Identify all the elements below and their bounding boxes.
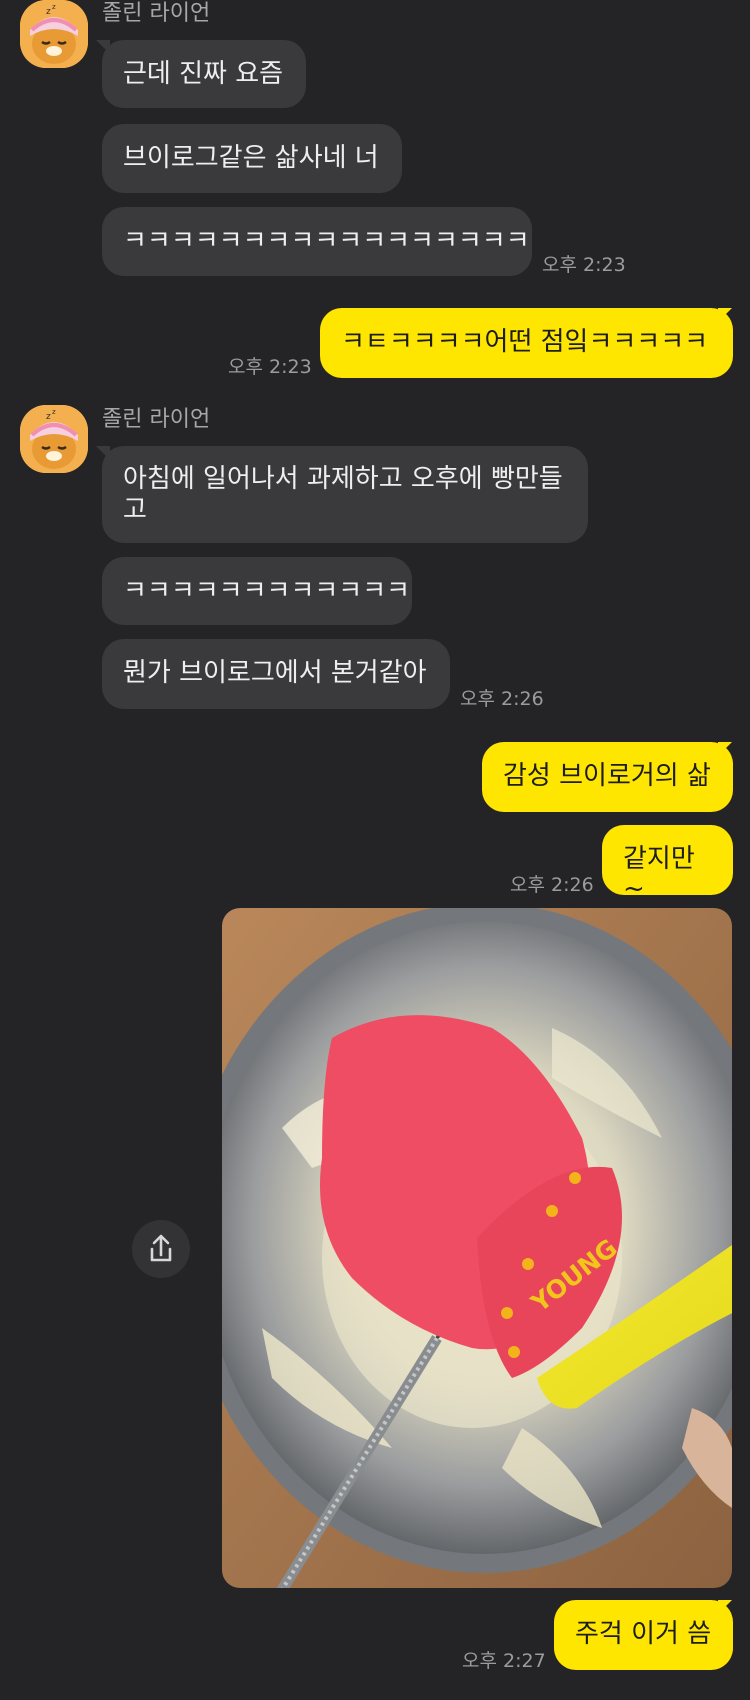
timestamp: 오후 2:23: [542, 254, 626, 276]
sleepy-lion-icon: z z: [20, 0, 88, 68]
photo-bowl-spatula: YOUNG: [222, 908, 732, 1588]
message-bubble-outgoing[interactable]: ㅋㅌㅋㅋㅋㅋ어떤 점잌ㅋㅋㅋㅋㅋ: [320, 308, 733, 378]
svg-text:z: z: [46, 7, 51, 17]
svg-text:z: z: [52, 3, 56, 11]
sender-name: 졸린 라이언: [102, 1, 211, 26]
message-bubble-incoming[interactable]: ㅋㅋㅋㅋㅋㅋㅋㅋㅋㅋㅋㅋㅋㅋㅋㅋㅋ: [102, 207, 532, 276]
message-bubble-outgoing[interactable]: 감성 브이로거의 삶: [482, 742, 733, 812]
sender-name: 졸린 라이언: [102, 407, 211, 432]
message-bubble-outgoing[interactable]: 주걱 이거 씀: [554, 1600, 733, 1670]
message-bubble-incoming[interactable]: 아침에 일어나서 과제하고 오후에 빵만들 고: [102, 446, 588, 543]
message-bubble-incoming[interactable]: ㅋㅋㅋㅋㅋㅋㅋㅋㅋㅋㅋㅋ: [102, 557, 412, 625]
message-bubble-incoming[interactable]: 브이로그같은 삶사네 너: [102, 124, 402, 193]
sender-avatar[interactable]: z z: [20, 0, 88, 68]
share-button[interactable]: [132, 1220, 190, 1278]
svg-text:z: z: [52, 408, 56, 416]
timestamp: 오후 2:26: [510, 874, 594, 896]
timestamp: 오후 2:26: [460, 688, 544, 710]
message-bubble-outgoing[interactable]: 같지만~: [602, 825, 733, 904]
timestamp: 오후 2:27: [462, 1650, 546, 1672]
sleepy-lion-icon: z z: [20, 405, 88, 473]
photo-message[interactable]: YOUNG: [222, 908, 732, 1588]
message-bubble-incoming[interactable]: 뭔가 브이로그에서 본거같아: [102, 639, 450, 709]
sender-avatar[interactable]: z z: [20, 405, 88, 473]
timestamp: 오후 2:23: [228, 356, 312, 378]
share-icon: [150, 1234, 172, 1262]
message-bubble-incoming[interactable]: 근데 진짜 요즘: [102, 40, 306, 108]
svg-text:z: z: [46, 412, 51, 422]
